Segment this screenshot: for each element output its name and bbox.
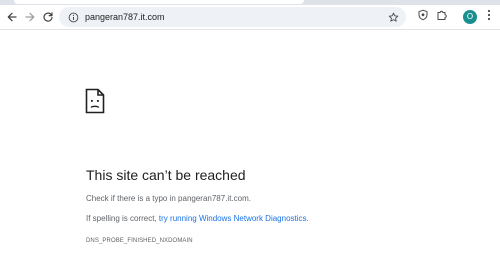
kebab-menu-icon: [487, 8, 491, 26]
browser-menu-button[interactable]: [482, 8, 496, 26]
reload-button[interactable]: [39, 8, 57, 26]
reload-icon: [42, 11, 54, 23]
address-bar[interactable]: pangeran787.it.com: [59, 7, 406, 27]
forward-button[interactable]: [21, 8, 39, 26]
error-typo-hint: Check if there is a typo in pangeran787.…: [86, 194, 251, 203]
extensions-button[interactable]: [433, 8, 451, 26]
error-diagnostics-hint: If spelling is correct, try running Wind…: [86, 214, 309, 224]
profile-avatar[interactable]: O: [463, 10, 477, 24]
browser-toolbar: pangeran787.it.com O: [0, 5, 500, 30]
forward-arrow-icon: [24, 11, 36, 23]
error-title: This site can’t be reached: [86, 167, 246, 183]
shield-icon: [417, 8, 429, 26]
diagnostics-suffix: .: [306, 214, 309, 223]
address-text[interactable]: pangeran787.it.com: [85, 11, 165, 23]
diagnostics-prefix: If spelling is correct,: [86, 214, 159, 223]
site-info-icon[interactable]: [66, 10, 80, 24]
extension-shield-button[interactable]: [414, 8, 432, 26]
active-tab[interactable]: [14, 0, 304, 4]
network-diagnostics-link[interactable]: try running Windows Network Diagnostics: [159, 214, 307, 223]
back-button[interactable]: [3, 8, 21, 26]
error-code: DNS_PROBE_FINISHED_NXDOMAIN: [86, 238, 193, 244]
back-arrow-icon: [6, 11, 18, 23]
puzzle-icon: [436, 8, 448, 26]
star-icon[interactable]: [386, 10, 400, 24]
sad-page-icon: [85, 88, 105, 119]
page-content: [0, 30, 500, 274]
